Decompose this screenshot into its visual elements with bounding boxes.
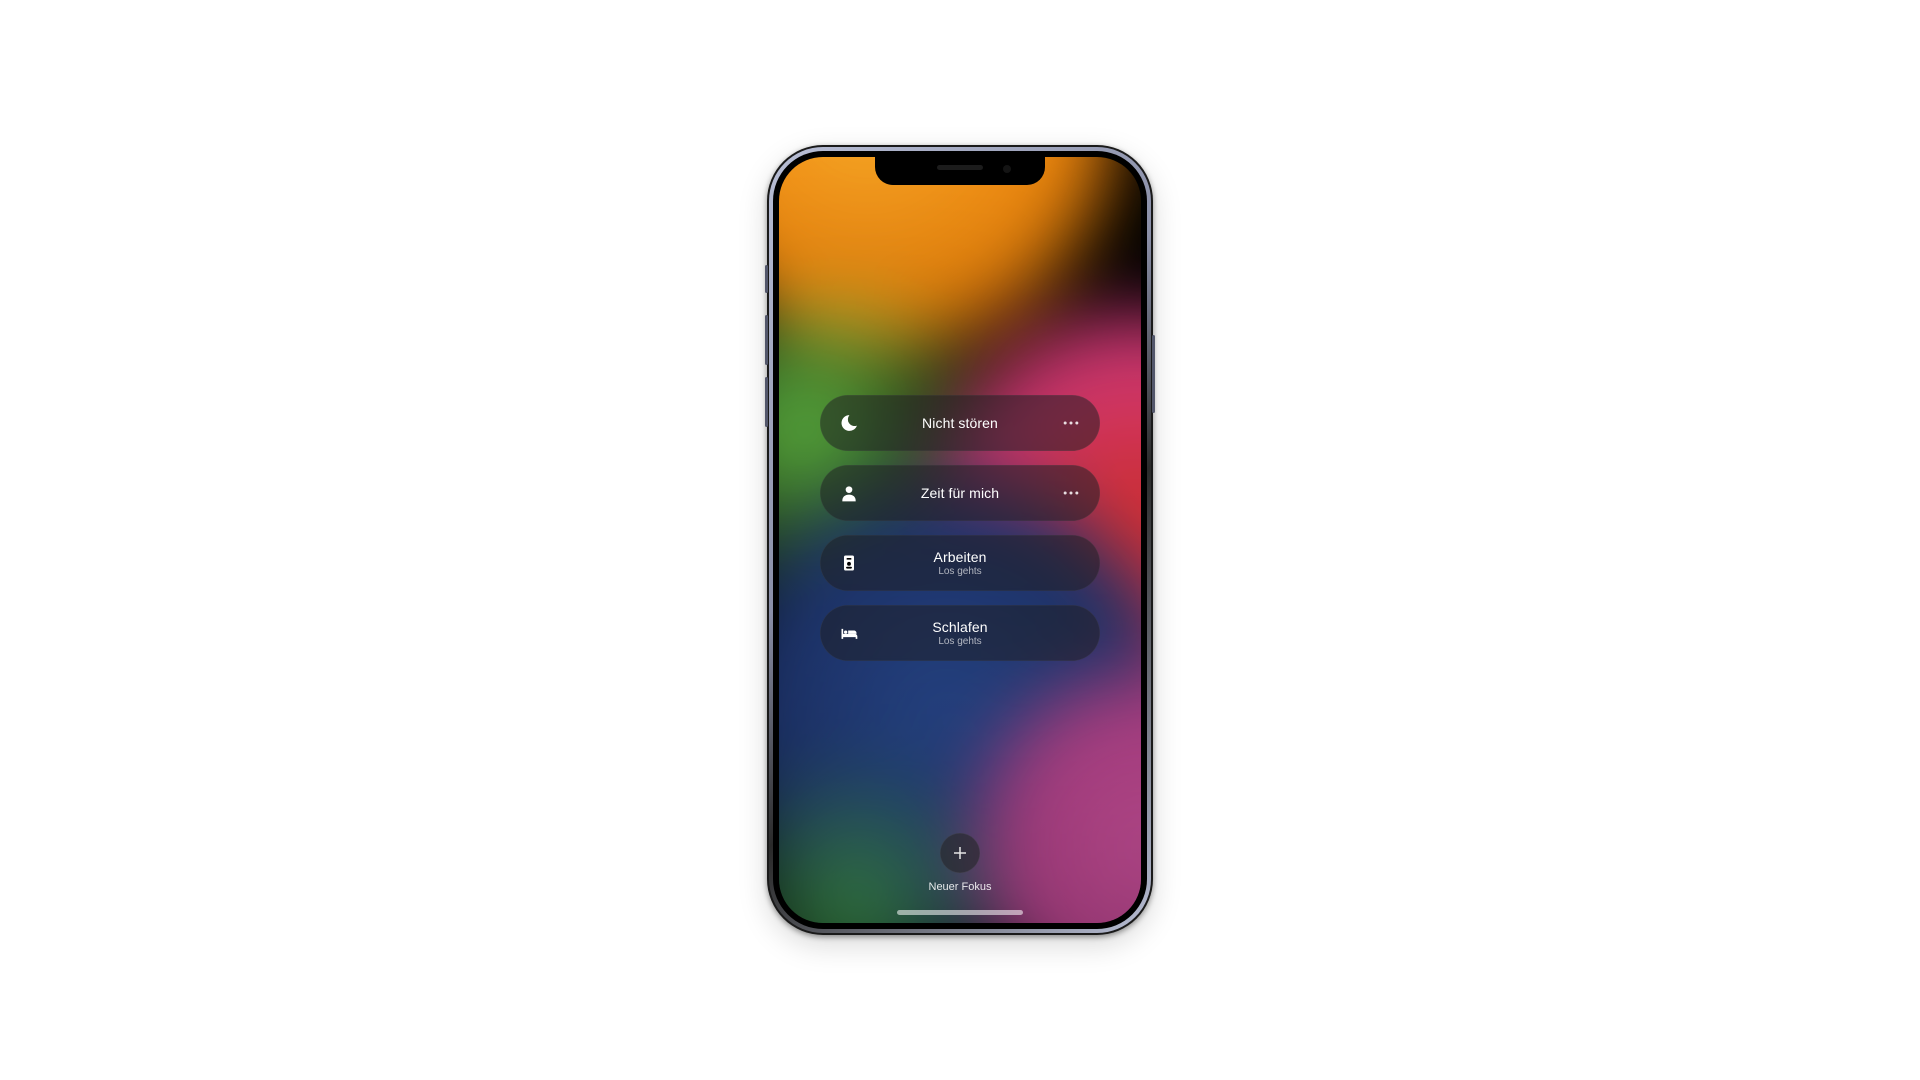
person-icon (838, 482, 860, 504)
focus-item-personal[interactable]: Zeit für mich (820, 465, 1100, 521)
focus-item-work[interactable]: Arbeiten Los gehts (820, 535, 1100, 591)
notch (875, 157, 1045, 185)
focus-item-subtitle: Los gehts (860, 566, 1060, 578)
focus-item-subtitle: Los gehts (860, 636, 1060, 648)
focus-item-label: Zeit für mich (860, 485, 1060, 501)
stage: Nicht stören Zeit für mich (0, 0, 1920, 1080)
mute-switch (765, 265, 768, 293)
focus-panel: Nicht stören Zeit für mich (779, 157, 1141, 923)
focus-item-label-wrap: Schlafen Los gehts (860, 619, 1060, 648)
power-button (1152, 335, 1155, 413)
more-button[interactable] (1060, 412, 1082, 434)
focus-item-label: Schlafen (860, 619, 1060, 635)
volume-down-button (765, 377, 768, 427)
focus-item-label: Nicht stören (860, 415, 1060, 431)
bed-icon (838, 622, 860, 644)
focus-item-sleep[interactable]: Schlafen Los gehts (820, 605, 1100, 661)
focus-item-label-wrap: Arbeiten Los gehts (860, 549, 1060, 578)
focus-item-label: Arbeiten (860, 549, 1060, 565)
focus-item-do-not-disturb[interactable]: Nicht stören (820, 395, 1100, 451)
more-button[interactable] (1060, 482, 1082, 504)
focus-item-label-wrap: Nicht stören (860, 415, 1060, 431)
moon-icon (838, 412, 860, 434)
home-indicator[interactable] (897, 910, 1023, 915)
plus-icon (951, 844, 969, 862)
new-focus-label: Neuer Fokus (929, 881, 992, 893)
focus-item-label-wrap: Zeit für mich (860, 485, 1060, 501)
new-focus-area: Neuer Fokus (779, 833, 1141, 893)
badge-icon (838, 552, 860, 574)
focus-list: Nicht stören Zeit für mich (820, 395, 1100, 661)
new-focus-button[interactable] (940, 833, 980, 873)
phone-frame: Nicht stören Zeit für mich (767, 145, 1153, 935)
volume-up-button (765, 315, 768, 365)
screen: Nicht stören Zeit für mich (779, 157, 1141, 923)
